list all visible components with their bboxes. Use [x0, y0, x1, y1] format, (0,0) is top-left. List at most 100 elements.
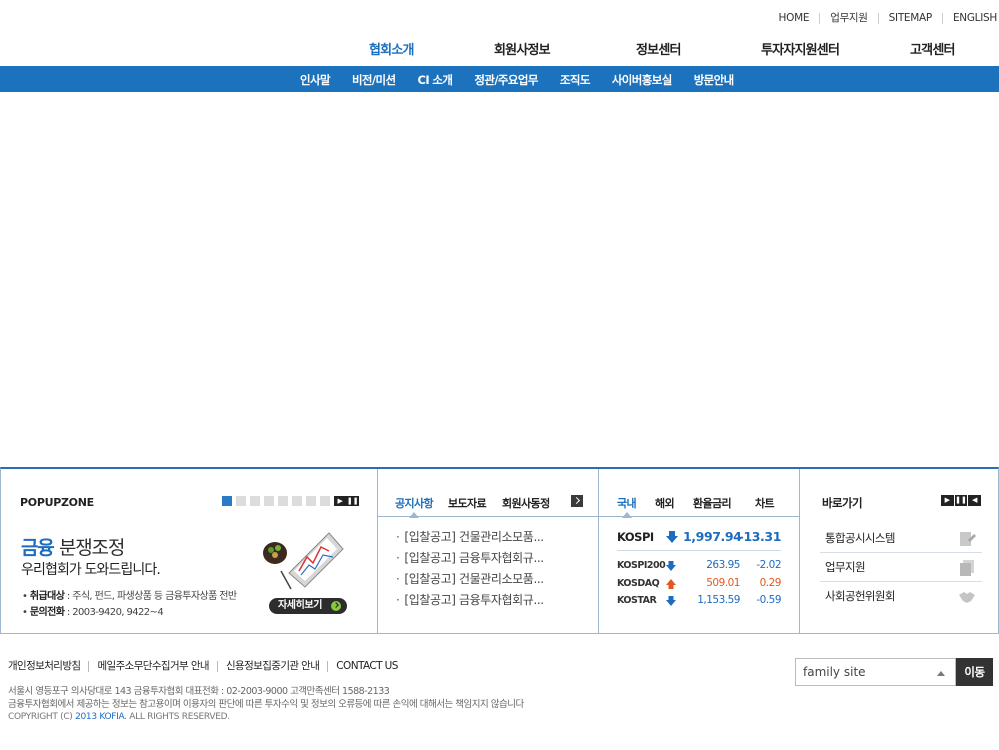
gnb-about[interactable]: 협회소개 [369, 39, 414, 58]
quick-link-label: 통합공시시스템 [825, 531, 895, 545]
copyright: COPYRIGHT (C) 2013 KOFIA. ALL RIGHTS RES… [8, 712, 230, 722]
popup-more-button[interactable]: 자세히보기 [269, 598, 347, 614]
index-change: 0.29 [759, 576, 782, 589]
popup-page-dot[interactable] [236, 496, 246, 506]
sub-nav-bar: 인사말 비전/미션 CI 소개 정관/주요업무 조직도 사이버홍보실 방문안내 [0, 66, 999, 92]
tab-notice[interactable]: 공지사항 [395, 495, 434, 518]
headline-emphasis: 금융 [21, 537, 55, 559]
item-value: : 주식, 펀드, 파생상품 등 금융투자상품 전반 [64, 591, 237, 602]
subnav-directions[interactable]: 방문안내 [694, 72, 735, 88]
gnb-info-center[interactable]: 정보센터 [636, 39, 681, 58]
tab-chart[interactable]: 차트 [755, 495, 775, 511]
next-arrow-icon[interactable] [571, 495, 583, 507]
bottom-panel: POPUPZONE ▶ ❚❚ 금융 분쟁조정 우리협회가 도와드립니다. • 취… [0, 467, 999, 634]
util-english-link[interactable]: ENGLISH [941, 12, 997, 24]
handshake-icon [959, 592, 975, 603]
util-support-link[interactable]: 업무지원 [819, 12, 877, 24]
notice-box: 공지사항 보도자료 회원사동정 [입찰공고] 건물관리소모품... [입찰공고]… [378, 469, 599, 633]
quick-link-label: 업무지원 [825, 560, 866, 574]
item-label: 문의전화 [29, 607, 65, 618]
footer-privacy-link[interactable]: 개인정보처리방침 [8, 661, 88, 672]
family-site-value: family site [803, 665, 866, 679]
footer-contact-link[interactable]: CONTACT US [327, 661, 405, 672]
popup-page-dot[interactable] [292, 496, 302, 506]
headline-rest: 분쟁조정 [58, 537, 125, 559]
subnav-vision[interactable]: 비전/미션 [352, 72, 396, 88]
family-site-go-button[interactable]: 이동 [956, 658, 993, 686]
gnb-customer-center[interactable]: 고객센터 [910, 39, 955, 58]
play-icon[interactable]: ▶ [941, 495, 954, 506]
footer-credit-info-link[interactable]: 신용정보집중기관 안내 [216, 661, 327, 672]
copyright-brand: 2013 KOFIA [75, 712, 125, 722]
popup-play-pause-control: ▶ ❚❚ [334, 496, 359, 506]
market-list: KOSPI200 263.95 -2.02 KOSDAQ 509.01 0.29… [617, 557, 782, 610]
market-box: 국내 해외 환율금리 차트 KOSPI 1,997.94 -13.31 KOSP… [599, 469, 800, 633]
index-value: 509.01 [706, 576, 740, 589]
popup-page-dot[interactable] [306, 496, 316, 506]
popup-page-dot[interactable] [320, 496, 330, 506]
quick-link-label: 사회공헌위원회 [825, 589, 895, 603]
footer-links: 개인정보처리방침 메일주소무단수집거부 안내 신용정보집중기관 안내 CONTA… [8, 661, 406, 672]
index-name: KOSDAQ [617, 577, 660, 589]
arrow-down-icon [666, 561, 676, 571]
pause-icon[interactable]: ❚❚ [347, 496, 360, 506]
list-item[interactable]: [입찰공고] 금융투자협회규... [396, 548, 544, 569]
index-name: KOSPI [617, 530, 654, 544]
popup-page-dot[interactable] [278, 496, 288, 506]
subnav-organization[interactable]: 조직도 [560, 72, 591, 88]
sub-nav-menu: 인사말 비전/미션 CI 소개 정관/주요업무 조직도 사이버홍보실 방문안내 [300, 72, 756, 88]
quick-links-title: 바로가기 [822, 496, 863, 510]
subnav-cyber-pr[interactable]: 사이버홍보실 [612, 72, 672, 88]
popup-page-dot[interactable] [222, 496, 232, 506]
quick-links-box: 바로가기 ▶ ❚❚ ◀ 통합공시시스템 업무지원 사회공헌위원회 [800, 469, 999, 633]
tab-press[interactable]: 보도자료 [448, 495, 487, 511]
footer-email-policy-link[interactable]: 메일주소무단수집거부 안내 [88, 661, 216, 672]
popup-page-dot[interactable] [264, 496, 274, 506]
notice-tabs: 공지사항 보도자료 회원사동정 [378, 469, 598, 518]
index-value: 1,997.94 [683, 529, 742, 544]
gnb-members[interactable]: 회원사정보 [494, 39, 551, 58]
item-label: 취급대상 [29, 591, 65, 602]
copyright-suffix: . ALL RIGHTS RESERVED. [124, 712, 230, 722]
quick-link-support[interactable]: 업무지원 [820, 553, 982, 582]
quick-link-social-contribution[interactable]: 사회공헌위원회 [820, 582, 982, 611]
tab-member-news[interactable]: 회원사동정 [502, 495, 550, 511]
index-name: KOSTAR [617, 595, 657, 606]
popup-page-dot[interactable] [250, 496, 260, 506]
family-site-select[interactable]: family site [795, 658, 956, 686]
popup-headline: 금융 분쟁조정 [21, 533, 125, 560]
tab-fx-rates[interactable]: 환율금리 [693, 495, 732, 511]
gnb-investor-center[interactable]: 투자자지원센터 [761, 39, 840, 58]
pause-icon[interactable]: ❚❚ [953, 495, 968, 506]
util-sitemap-link[interactable]: SITEMAP [877, 12, 942, 24]
index-change: -13.31 [738, 529, 782, 544]
main-nav: 협회소개 회원사정보 정보센터 투자자지원센터 고객센터 [333, 39, 999, 58]
laptop-chart-illustration-icon [263, 532, 344, 590]
subnav-greeting[interactable]: 인사말 [300, 72, 331, 88]
arrow-down-icon [666, 531, 678, 543]
disclaimer-line: 금융투자협회에서 제공하는 정보는 참고용이며 이용자의 판단에 따른 투자수익… [8, 699, 524, 710]
quick-link-disclosure[interactable]: 통합공시시스템 [820, 524, 982, 553]
list-item[interactable]: [입찰공고] 금융투자협회규... [396, 590, 544, 611]
document-edit-icon [960, 532, 976, 546]
play-icon[interactable]: ▶ [334, 496, 347, 506]
tab-domestic[interactable]: 국내 [617, 495, 637, 518]
market-row: KOSTAR 1,153.59 -0.59 [617, 592, 781, 610]
list-item[interactable]: [입찰공고] 건물관리소모품... [396, 569, 544, 590]
index-change: -0.59 [756, 594, 781, 606]
util-home-link[interactable]: HOME [769, 12, 820, 24]
subnav-ci[interactable]: CI 소개 [417, 72, 452, 88]
subnav-articles[interactable]: 정관/주요업무 [474, 72, 538, 88]
list-item[interactable]: [입찰공고] 건물관리소모품... [396, 527, 544, 548]
popup-pager [222, 496, 334, 506]
market-tabs: 국내 해외 환율금리 차트 [599, 469, 799, 518]
index-value: 263.95 [706, 559, 740, 571]
quick-links-control: ▶ ❚❚ ◀ [941, 495, 981, 506]
tab-overseas[interactable]: 해외 [655, 495, 675, 511]
prev-icon[interactable]: ◀ [967, 495, 981, 506]
chevron-right-icon [331, 601, 341, 611]
market-row: KOSDAQ 509.01 0.29 [617, 575, 782, 593]
footer-address: 서울시 영등포구 의사당대로 143 금융투자협회 대표전화 : 02-2003… [8, 685, 524, 711]
quick-links-list: 통합공시시스템 업무지원 사회공헌위원회 [820, 524, 982, 611]
notice-list: [입찰공고] 건물관리소모품... [입찰공고] 금융투자협회규... [입찰공… [396, 527, 544, 611]
